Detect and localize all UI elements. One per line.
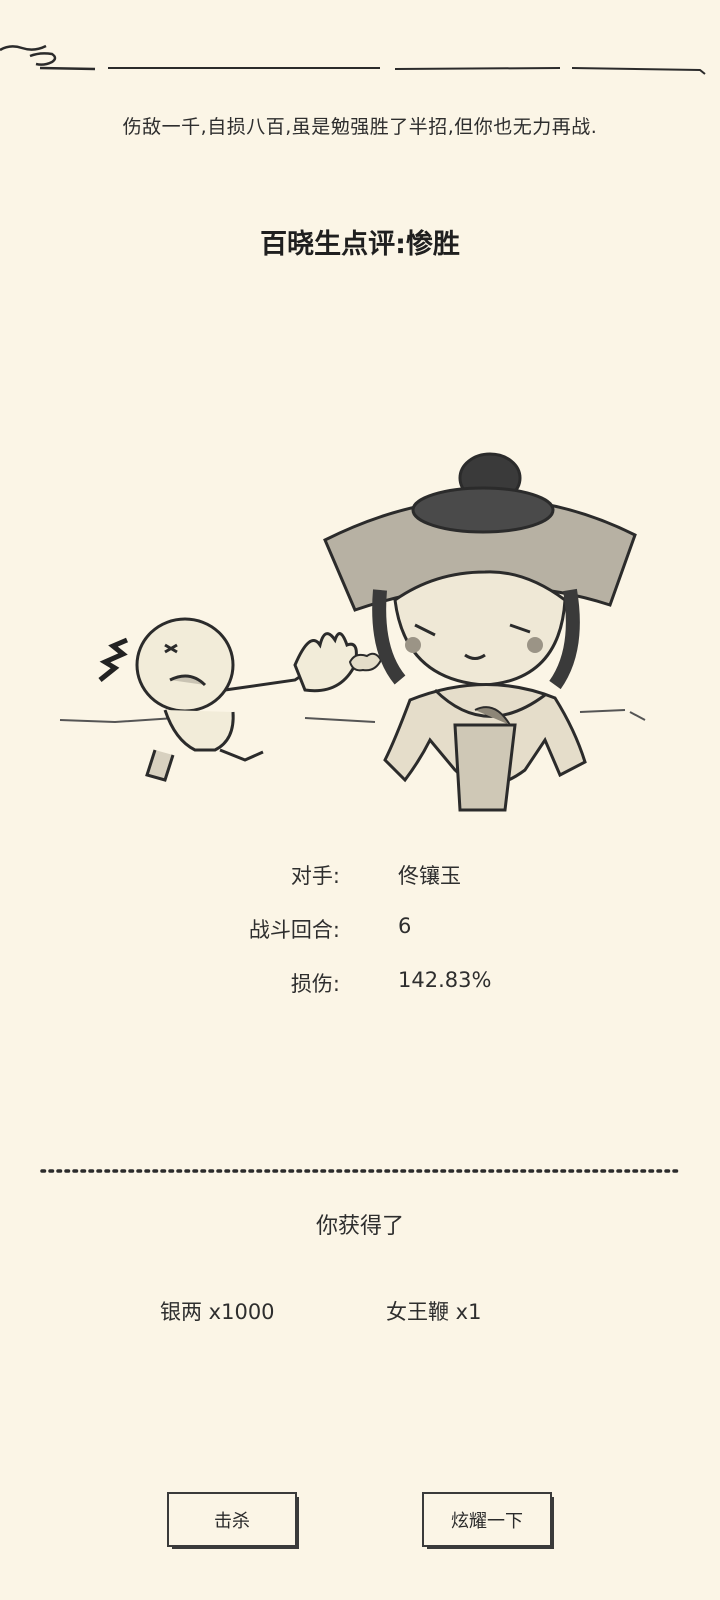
- opponent-label: 对手:: [290, 864, 340, 888]
- rounds-label: 战斗回合:: [248, 918, 340, 942]
- battle-rating: 百晓生点评:惨胜: [260, 229, 460, 260]
- stat-row-damage: 损伤: 142.83%: [0, 968, 720, 1008]
- stat-row-opponent: 对手: 佟镶玉: [0, 860, 720, 900]
- damage-label: 损伤:: [290, 972, 340, 996]
- rewards-title: 你获得了: [315, 1214, 404, 1239]
- stat-row-rounds: 战斗回合: 6: [0, 914, 720, 954]
- opponent-value: 佟镶玉: [398, 864, 461, 888]
- kill-button[interactable]: 击杀: [167, 1492, 299, 1549]
- reward-item-whip: 女王鞭 x1: [386, 1300, 482, 1324]
- show-off-button[interactable]: 炫耀一下: [422, 1492, 554, 1549]
- battle-result-description: 伤敌一千,自损八百,虽是勉强胜了半招,但你也无力再战.: [122, 116, 598, 138]
- reward-item-silver: 银两 x1000: [160, 1300, 275, 1324]
- defeated-figure: [98, 617, 358, 782]
- damage-value: 142.83%: [398, 968, 492, 992]
- rounds-value: 6: [398, 914, 412, 938]
- dotted-divider: [40, 1169, 680, 1173]
- battle-illustration: [59, 452, 646, 812]
- opponent-figure: [323, 452, 637, 812]
- top-brush-divider: [0, 44, 706, 75]
